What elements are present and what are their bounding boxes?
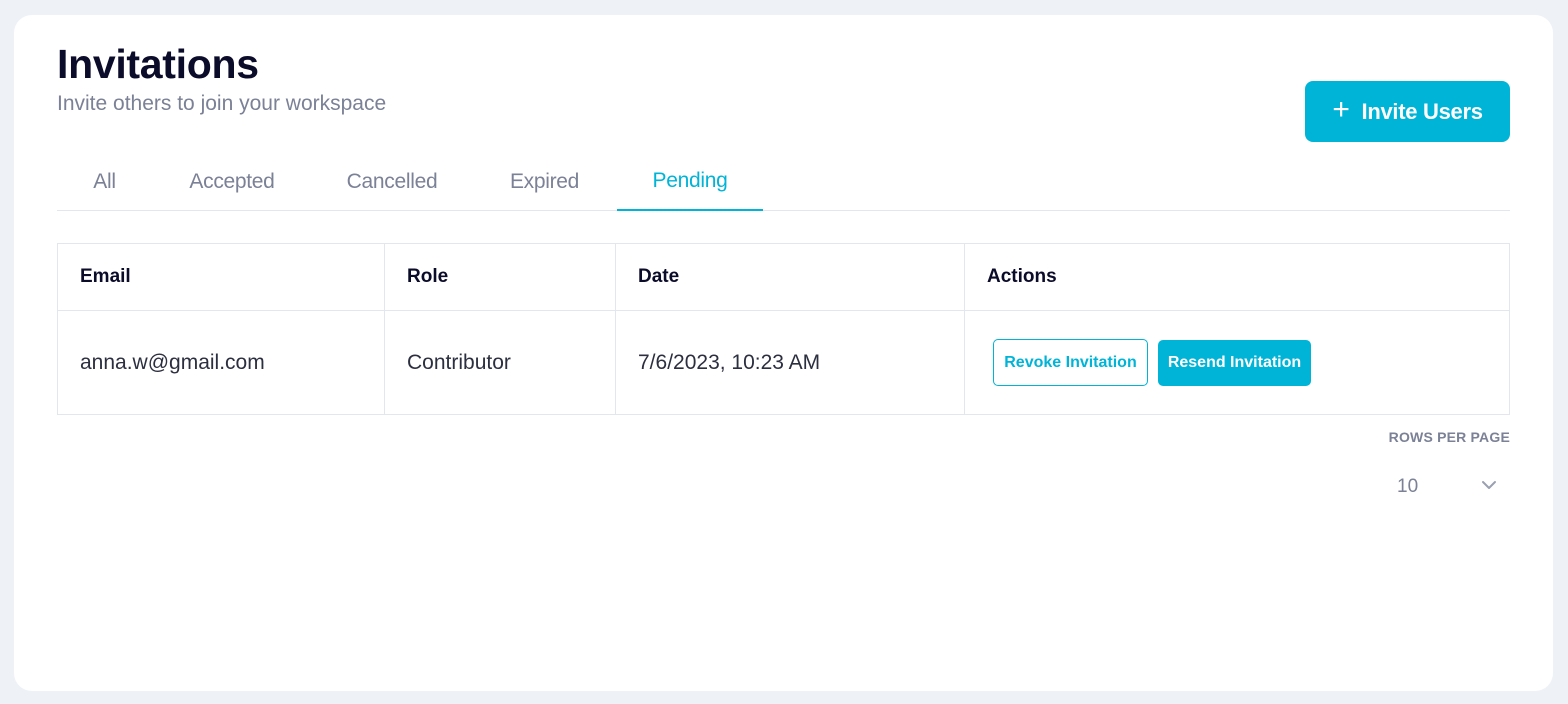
- column-header-email: Email: [57, 243, 385, 311]
- chevron-down-icon: [1482, 481, 1496, 489]
- tab-accepted[interactable]: Accepted: [167, 153, 297, 211]
- status-tabs: All Accepted Cancelled Expired Pending: [57, 153, 1510, 211]
- plus-icon: +: [1332, 93, 1350, 126]
- cell-actions: Revoke Invitation Resend Invitation: [964, 310, 1510, 415]
- table-row: anna.w@gmail.com Contributor 7/6/2023, 1…: [57, 310, 1510, 415]
- table-header-row: Email Role Date Actions: [57, 243, 1510, 311]
- resend-invitation-button[interactable]: Resend Invitation: [1158, 339, 1311, 386]
- invitations-table: Email Role Date Actions anna.w@gmail.com…: [57, 243, 1510, 415]
- cell-role: Contributor: [384, 310, 616, 415]
- tab-cancelled[interactable]: Cancelled: [322, 153, 462, 211]
- cell-email: anna.w@gmail.com: [57, 310, 385, 415]
- tab-all[interactable]: All: [57, 153, 152, 211]
- invite-users-button[interactable]: + Invite Users: [1305, 81, 1510, 142]
- invite-users-label: Invite Users: [1361, 98, 1483, 124]
- cell-date: 7/6/2023, 10:23 AM: [615, 310, 965, 415]
- column-header-actions: Actions: [964, 243, 1510, 311]
- column-header-date: Date: [615, 243, 965, 311]
- rows-per-page-label: ROWS PER PAGE: [1388, 429, 1510, 445]
- rows-per-page-value: 10: [1397, 476, 1419, 497]
- page-title: Invitations: [57, 41, 259, 87]
- invitations-card: Invitations Invite others to join your w…: [14, 15, 1553, 691]
- page-subtitle: Invite others to join your workspace: [57, 92, 387, 115]
- revoke-invitation-button[interactable]: Revoke Invitation: [993, 339, 1148, 386]
- tab-expired[interactable]: Expired: [487, 153, 602, 211]
- column-header-role: Role: [384, 243, 616, 311]
- rows-per-page-select[interactable]: 10: [1384, 470, 1510, 504]
- tab-pending[interactable]: Pending: [617, 153, 763, 211]
